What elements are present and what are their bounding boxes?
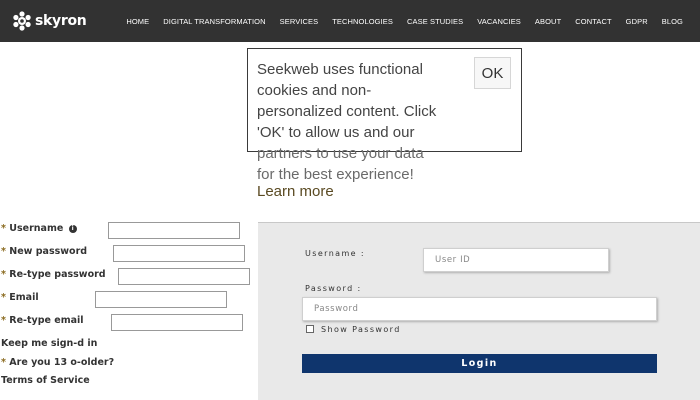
required-marker: * (1, 246, 6, 257)
retype-password-label-text: Re-type password (9, 269, 106, 280)
main-nav: HOME DIGITAL TRANSFORMATION SERVICES TEC… (112, 0, 683, 42)
required-marker: * (1, 315, 6, 326)
nav-item-gdpr[interactable]: GDPR (626, 17, 648, 26)
keep-signed-in-label: Keep me sign‐d in (1, 338, 98, 349)
nav-item-digital-transformation[interactable]: DIGITAL TRANSFORMATION (163, 17, 265, 26)
cookie-message-line: partners to use your data (257, 145, 424, 162)
login-password-label: Password : (305, 284, 362, 293)
required-marker: * (1, 357, 6, 368)
email-label: * Email (1, 292, 39, 303)
nav-item-vacancies[interactable]: VACANCIES (477, 17, 521, 26)
brand-name: skyron (35, 13, 87, 29)
cookie-ok-button[interactable]: OK (474, 57, 511, 89)
new-password-label-text: New password (9, 246, 88, 257)
username-label-text: Username (9, 223, 64, 234)
nav-item-about[interactable]: ABOUT (535, 17, 561, 26)
retype-email-label: * Re-type email (1, 315, 84, 326)
cookie-message: Seekweb uses functional cookies and non-… (257, 59, 439, 185)
required-marker: * (1, 223, 6, 234)
reg-email-input[interactable] (95, 291, 227, 308)
login-username-input[interactable]: User ID (423, 248, 609, 272)
reg-username-input[interactable] (108, 222, 240, 239)
page: skyron HOME DIGITAL TRANSFORMATION SERVI… (0, 0, 700, 400)
cookie-message-line: cookies and non- (257, 82, 372, 99)
info-icon[interactable]: i (68, 225, 77, 233)
cookie-learn-more-link[interactable]: Learn more (257, 183, 334, 200)
login-button[interactable]: Login (302, 354, 657, 373)
terms-of-service-label[interactable]: Terms of Service (1, 375, 90, 386)
cookie-message-line: 'OK' to allow us and our (257, 124, 415, 141)
retype-email-label-text: Re-type email (9, 315, 84, 326)
new-password-label: * New password (1, 246, 87, 257)
nav-item-home[interactable]: HOME (126, 17, 149, 26)
retype-password-label: * Re-type password (1, 269, 106, 280)
skyron-logo-icon (13, 11, 31, 31)
login-password-input[interactable]: Password (302, 297, 657, 321)
cookie-message-line: personalized content. Click (257, 103, 437, 120)
top-nav-bar: skyron HOME DIGITAL TRANSFORMATION SERVI… (0, 0, 700, 42)
cookie-message-line: for the best experience! (257, 166, 414, 183)
nav-item-contact[interactable]: CONTACT (575, 17, 611, 26)
login-username-label: Username : (305, 249, 366, 258)
nav-item-blog[interactable]: BLOG (662, 17, 683, 26)
nav-item-services[interactable]: SERVICES (280, 17, 319, 26)
age-question-label: * Are you 13 o‐older? (1, 357, 114, 368)
email-label-text: Email (9, 292, 39, 303)
nav-item-case-studies[interactable]: CASE STUDIES (407, 17, 463, 26)
cookie-message-line: Seekweb uses functional (257, 61, 423, 78)
reg-new-password-input[interactable] (113, 245, 245, 262)
required-marker: * (1, 292, 6, 303)
required-marker: * (1, 269, 6, 280)
reg-retype-password-input[interactable] (118, 268, 250, 285)
show-password-label[interactable]: Show Password (321, 325, 401, 334)
show-password-checkbox[interactable] (306, 325, 314, 333)
age-question-text: Are you 13 o‐older? (9, 357, 115, 368)
reg-retype-email-input[interactable] (111, 314, 243, 331)
nav-item-technologies[interactable]: TECHNOLOGIES (332, 17, 393, 26)
username-label: * Username i (1, 223, 77, 234)
brand-logo[interactable]: skyron (12, 9, 87, 33)
